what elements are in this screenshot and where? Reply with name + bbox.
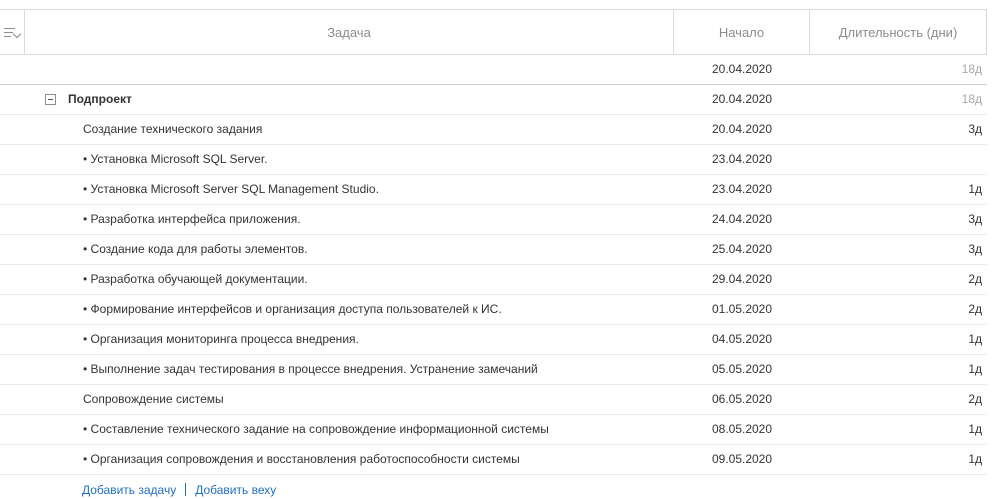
task-start: 05.05.2020 xyxy=(711,362,773,376)
task-duration: 2д xyxy=(968,392,982,406)
task-name: • Разработка обучающей документации. xyxy=(83,272,308,286)
task-name: Подпроект xyxy=(68,92,132,106)
table-row[interactable]: • Разработка интерфейса приложения. 24.0… xyxy=(0,205,987,235)
task-duration: 1д xyxy=(968,422,982,436)
table-row[interactable]: • Формирование интерфейсов и организация… xyxy=(0,295,987,325)
column-header-duration[interactable]: Длительность (дни) xyxy=(810,10,987,54)
sort-lines-icon xyxy=(4,26,22,39)
column-settings-button[interactable] xyxy=(0,10,25,54)
task-duration: 2д xyxy=(968,302,982,316)
task-duration: 18д xyxy=(961,62,982,76)
table-row[interactable]: • Создание кода для работы элементов. 25… xyxy=(0,235,987,265)
add-task-link[interactable]: Добавить задачу xyxy=(82,483,176,497)
link-divider xyxy=(185,483,187,496)
column-header-start[interactable]: Начало xyxy=(674,10,810,54)
task-name: • Составление технического задание на со… xyxy=(83,422,549,436)
column-header-task-label: Задача xyxy=(327,24,371,40)
task-start: 23.04.2020 xyxy=(711,182,773,196)
table-row[interactable]: • Составление технического задание на со… xyxy=(0,415,987,445)
task-name: • Организация сопровождения и восстановл… xyxy=(83,452,520,466)
table-header: Задача Начало Длительность (дни) xyxy=(0,9,987,55)
task-name: • Установка Microsoft Server SQL Managem… xyxy=(83,182,379,196)
column-header-task[interactable]: Задача xyxy=(25,10,674,54)
task-duration: 1д xyxy=(968,362,982,376)
table-row[interactable]: • Организация мониторинга процесса внедр… xyxy=(0,325,987,355)
task-name: • Установка Microsoft SQL Server. xyxy=(83,152,268,166)
task-name: • Организация мониторинга процесса внедр… xyxy=(83,332,359,346)
task-duration: 3д xyxy=(968,122,982,136)
task-start: 20.04.2020 xyxy=(711,62,773,76)
task-start: 20.04.2020 xyxy=(711,92,773,106)
task-name: • Создание кода для работы элементов. xyxy=(83,242,308,256)
add-milestone-link[interactable]: Добавить веху xyxy=(195,483,276,497)
task-start: 08.05.2020 xyxy=(711,422,773,436)
table-row[interactable]: Сопровождение системы 06.05.2020 2д xyxy=(0,385,987,415)
task-name: • Выполнение задач тестирования в процес… xyxy=(83,362,538,376)
collapse-icon[interactable] xyxy=(45,94,56,105)
task-duration: 1д xyxy=(968,182,982,196)
task-duration: 2д xyxy=(968,272,982,286)
table-footer-actions: Добавить задачу Добавить веху xyxy=(82,482,276,498)
task-start: 06.05.2020 xyxy=(711,392,773,406)
task-name: Сопровождение системы xyxy=(83,392,224,406)
task-start: 25.04.2020 xyxy=(711,242,773,256)
table-row-project-summary[interactable]: 20.04.2020 18д xyxy=(0,55,987,85)
task-name: • Формирование интерфейсов и организация… xyxy=(83,302,502,316)
task-start: 01.05.2020 xyxy=(711,302,773,316)
column-header-duration-label: Длительность (дни) xyxy=(838,24,958,40)
task-duration xyxy=(810,145,982,174)
table-row[interactable]: • Выполнение задач тестирования в процес… xyxy=(0,355,987,385)
task-duration: 3д xyxy=(968,212,982,226)
task-duration: 1д xyxy=(968,332,982,346)
task-start: 20.04.2020 xyxy=(711,122,773,136)
column-header-start-label: Начало xyxy=(718,24,765,40)
table-row[interactable]: • Установка Microsoft SQL Server. 23.04.… xyxy=(0,145,987,175)
task-start: 23.04.2020 xyxy=(711,152,773,166)
task-start: 24.04.2020 xyxy=(711,212,773,226)
table-row-subproject[interactable]: Подпроект 20.04.2020 18д xyxy=(0,85,987,115)
task-list: 20.04.2020 18д Подпроект 20.04.2020 18д … xyxy=(0,55,987,475)
task-name: Создание технического задания xyxy=(83,122,263,136)
table-row[interactable]: • Разработка обучающей документации. 29.… xyxy=(0,265,987,295)
task-start: 04.05.2020 xyxy=(711,332,773,346)
task-duration: 18д xyxy=(961,92,982,106)
task-start: 29.04.2020 xyxy=(711,272,773,286)
table-row[interactable]: Создание технического задания 20.04.2020… xyxy=(0,115,987,145)
task-duration: 3д xyxy=(968,242,982,256)
task-duration: 1д xyxy=(968,452,982,466)
table-row[interactable]: • Организация сопровождения и восстановл… xyxy=(0,445,987,475)
task-start: 09.05.2020 xyxy=(711,452,773,466)
task-name: • Разработка интерфейса приложения. xyxy=(83,212,301,226)
table-row[interactable]: • Установка Microsoft Server SQL Managem… xyxy=(0,175,987,205)
